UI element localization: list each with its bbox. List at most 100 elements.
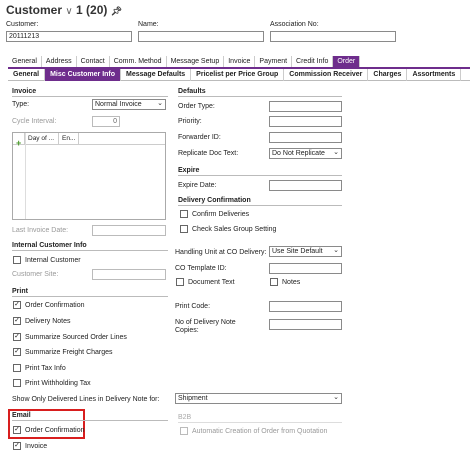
print-delivery-notes-checkbox[interactable]: ✓ [13, 317, 21, 325]
handling-unit-value: Use Site Default [272, 248, 323, 255]
page-title: Customer ∨ 1 (20) 📌︎ [6, 3, 122, 17]
document-text-checkbox[interactable] [176, 278, 184, 286]
association-field[interactable] [270, 31, 396, 42]
forwarder-field[interactable] [269, 132, 342, 143]
email-invoice-label: Invoice [25, 443, 48, 450]
print-divider [12, 296, 168, 297]
show-delivered-label: Show Only Delivered Lines in Delivery No… [12, 396, 160, 403]
cycle-interval-label: Cycle Interval: [12, 118, 57, 125]
priority-field[interactable] [269, 116, 342, 127]
tab-comm-method[interactable]: Comm. Method [110, 56, 167, 67]
customer-site-field[interactable] [92, 269, 166, 280]
print-withholding-label: Print Withholding Tax [25, 380, 91, 387]
tab-general[interactable]: General [8, 56, 42, 67]
replicate-select-value: Do Not Replicate [272, 150, 325, 157]
cycle-interval-field[interactable]: 0 [92, 116, 120, 127]
subtab-charges[interactable]: Charges [368, 69, 408, 81]
summarize-freight-label: Summarize Freight Charges [25, 349, 113, 356]
print-order-confirmation-label: Order Confirmation [25, 302, 85, 309]
notes-checkbox[interactable] [270, 278, 278, 286]
print-withholding-checkbox[interactable] [13, 379, 21, 387]
subtab-message-defaults[interactable]: Message Defaults [121, 69, 192, 81]
internal-divider [12, 250, 168, 251]
grid-col-day: Day of ... [25, 133, 59, 144]
replicate-select[interactable]: Do Not Replicate ⌄ [269, 148, 342, 159]
sub-tabs: General Misc Customer Info Message Defau… [8, 69, 470, 81]
defaults-divider [178, 96, 342, 97]
handling-unit-label: Handling Unit at CO Delivery: [175, 249, 267, 256]
tab-order[interactable]: Order [333, 56, 361, 67]
handling-unit-select[interactable]: Use Site Default ⌄ [269, 246, 342, 257]
print-section-title: Print [12, 288, 28, 295]
type-label: Type: [12, 101, 30, 108]
expire-section-title: Expire [178, 167, 200, 174]
expire-date-field[interactable] [269, 180, 342, 191]
tab-invoice[interactable]: Invoice [224, 56, 256, 67]
print-tax-info-checkbox[interactable] [13, 364, 21, 372]
priority-label: Priority: [178, 118, 202, 125]
type-select-value: Normal Invoice [95, 101, 142, 108]
chevron-down-icon: ⌄ [333, 394, 339, 401]
delivery-divider [178, 205, 342, 206]
subtab-pricelist[interactable]: Pricelist per Price Group [191, 69, 285, 81]
type-select[interactable]: Normal Invoice ⌄ [92, 99, 166, 110]
add-row-icon[interactable]: + [16, 138, 21, 148]
check-sales-group-label: Check Sales Group Setting [192, 226, 277, 233]
print-tax-info-label: Print Tax Info [25, 365, 66, 372]
b2b-divider [178, 422, 342, 423]
copies-field[interactable] [269, 319, 342, 330]
main-tabs: General Address Contact Comm. Method Mes… [8, 56, 361, 67]
b2b-auto-create-checkbox[interactable] [180, 427, 188, 435]
co-template-field[interactable] [269, 263, 342, 274]
summarize-freight-checkbox[interactable]: ✓ [13, 348, 21, 356]
tab-credit-info[interactable]: Credit Info [292, 56, 334, 67]
order-type-field[interactable] [269, 101, 342, 112]
copies-label-line2: Copies: [175, 327, 199, 334]
tab-address[interactable]: Address [42, 56, 77, 67]
last-invoice-date-label: Last Invoice Date: [12, 227, 69, 234]
email-invoice-checkbox[interactable]: ✓ [13, 442, 21, 450]
show-delivered-select[interactable]: Shipment ⌄ [175, 393, 342, 404]
subtab-assortments[interactable]: Assortments [407, 69, 462, 81]
show-delivered-value: Shipment [178, 395, 208, 402]
internal-customer-label: Internal Customer [25, 257, 81, 264]
chevron-down-icon: ⌄ [333, 247, 339, 254]
invoice-divider [12, 96, 168, 97]
subtab-general[interactable]: General [8, 69, 46, 81]
association-label: Association No: [270, 21, 319, 28]
last-invoice-date-field[interactable] [92, 225, 166, 236]
print-code-label: Print Code: [175, 303, 211, 310]
notes-label: Notes [282, 279, 301, 286]
invoice-cycle-grid[interactable]: Day of ... En... + [12, 132, 166, 220]
subtab-misc-customer-info[interactable]: Misc Customer Info [45, 69, 122, 81]
record-counter: 1 (20) [76, 3, 108, 17]
internal-customer-checkbox[interactable] [13, 256, 21, 264]
name-field[interactable] [138, 31, 264, 42]
tab-contact[interactable]: Contact [77, 56, 110, 67]
customer-field[interactable]: 20111213 [6, 31, 132, 42]
confirm-deliveries-label: Confirm Deliveries [192, 211, 250, 218]
tab-payment[interactable]: Payment [255, 56, 293, 67]
b2b-auto-create-label: Automatic Creation of Order from Quotati… [192, 428, 328, 435]
print-order-confirmation-checkbox[interactable]: ✓ [13, 301, 21, 309]
order-type-label: Order Type: [178, 103, 215, 110]
email-order-confirmation-checkbox[interactable]: ✓ [13, 426, 21, 434]
tab-message-setup[interactable]: Message Setup [167, 56, 225, 67]
document-text-label: Document Text [188, 279, 235, 286]
email-divider [12, 420, 168, 421]
chevron-down-icon[interactable]: ∨ [65, 6, 72, 17]
print-code-field[interactable] [269, 301, 342, 312]
expire-date-label: Expire Date: [178, 182, 217, 189]
email-section-title: Email [12, 412, 31, 419]
pin-icon[interactable]: 📌︎ [111, 6, 122, 16]
forwarder-label: Forwarder ID: [178, 134, 221, 141]
confirm-deliveries-checkbox[interactable] [180, 210, 188, 218]
summarize-sourced-checkbox[interactable]: ✓ [13, 333, 21, 341]
name-label: Name: [138, 21, 159, 28]
subtab-commission-receiver[interactable]: Commission Receiver [284, 69, 369, 81]
check-sales-group-checkbox[interactable] [180, 225, 188, 233]
expire-divider [178, 175, 342, 176]
customer-label: Customer: [6, 21, 39, 28]
chevron-down-icon: ⌄ [157, 100, 163, 107]
summarize-sourced-label: Summarize Sourced Order Lines [25, 334, 127, 341]
